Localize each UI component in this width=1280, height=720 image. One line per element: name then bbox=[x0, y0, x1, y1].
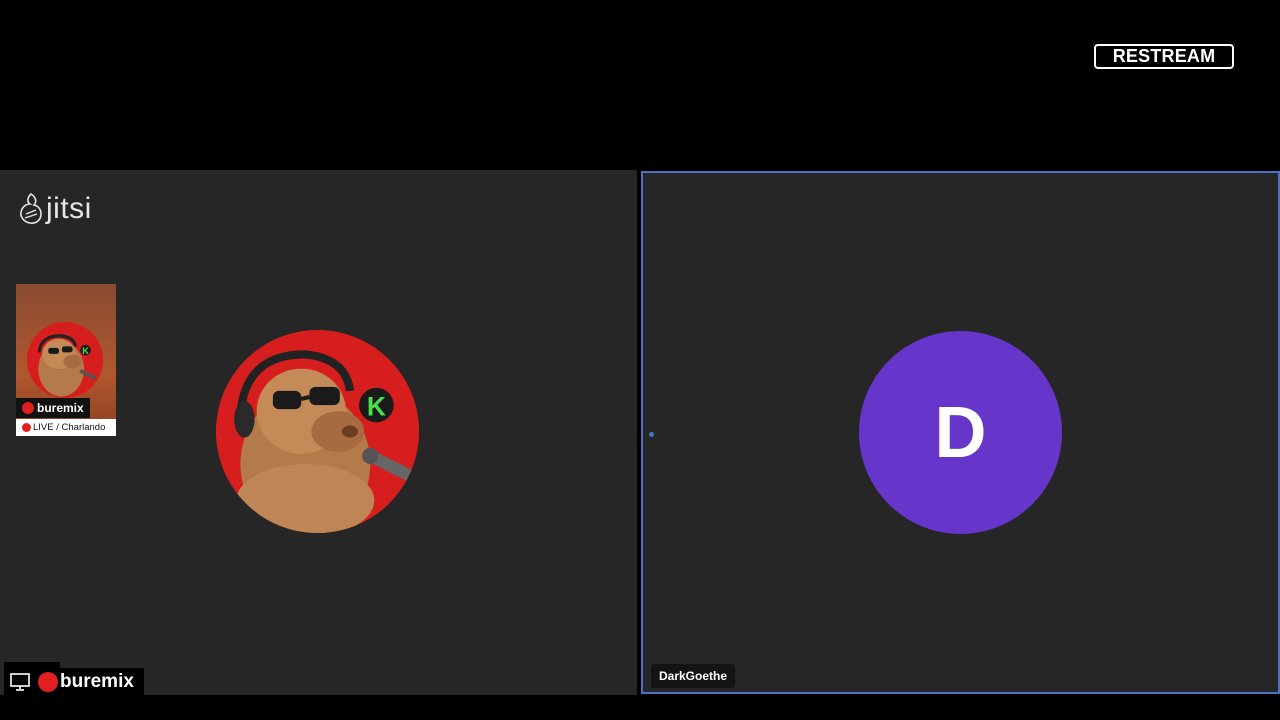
participant-name-label: buremix bbox=[4, 662, 144, 696]
alf-avatar-icon: K bbox=[27, 322, 103, 398]
thumbnail-name-label: buremix bbox=[16, 398, 90, 418]
thumbnail-live-label: LIVE / Charlando bbox=[16, 419, 116, 436]
participant-tile-darkgoethe[interactable]: D DarkGoethe bbox=[641, 171, 1280, 694]
stream-thumbnail[interactable]: K buremix LIVE / Charlando bbox=[16, 284, 116, 436]
conference-stage: jitsi K buremix LIVE / Charlando K burem… bbox=[0, 170, 1280, 696]
svg-text:K: K bbox=[367, 391, 386, 421]
live-dot-icon bbox=[38, 672, 58, 692]
jitsi-wordmark: jitsi bbox=[46, 192, 92, 225]
jitsi-hand-icon bbox=[20, 192, 42, 224]
jitsi-logo: jitsi bbox=[18, 192, 92, 226]
participant-name-text: buremix bbox=[60, 671, 134, 692]
alf-avatar-icon: K bbox=[216, 330, 419, 533]
speaker-indicator-icon bbox=[649, 432, 654, 437]
restream-logo: RESTREAM bbox=[1094, 44, 1234, 69]
live-dot-icon bbox=[22, 402, 34, 414]
participant-initial-avatar: D bbox=[859, 331, 1062, 534]
label-notch bbox=[4, 662, 60, 668]
thumbnail-live-text: LIVE / Charlando bbox=[33, 422, 106, 433]
svg-text:K: K bbox=[82, 346, 89, 356]
live-dot-icon bbox=[22, 423, 31, 432]
participant-tile-buremix[interactable]: jitsi K buremix LIVE / Charlando K burem… bbox=[0, 170, 637, 696]
monitor-icon bbox=[10, 673, 30, 691]
participant-avatar: K bbox=[216, 330, 419, 533]
thumbnail-name-text: buremix bbox=[37, 401, 84, 415]
participant-name-tag: DarkGoethe bbox=[651, 664, 736, 688]
